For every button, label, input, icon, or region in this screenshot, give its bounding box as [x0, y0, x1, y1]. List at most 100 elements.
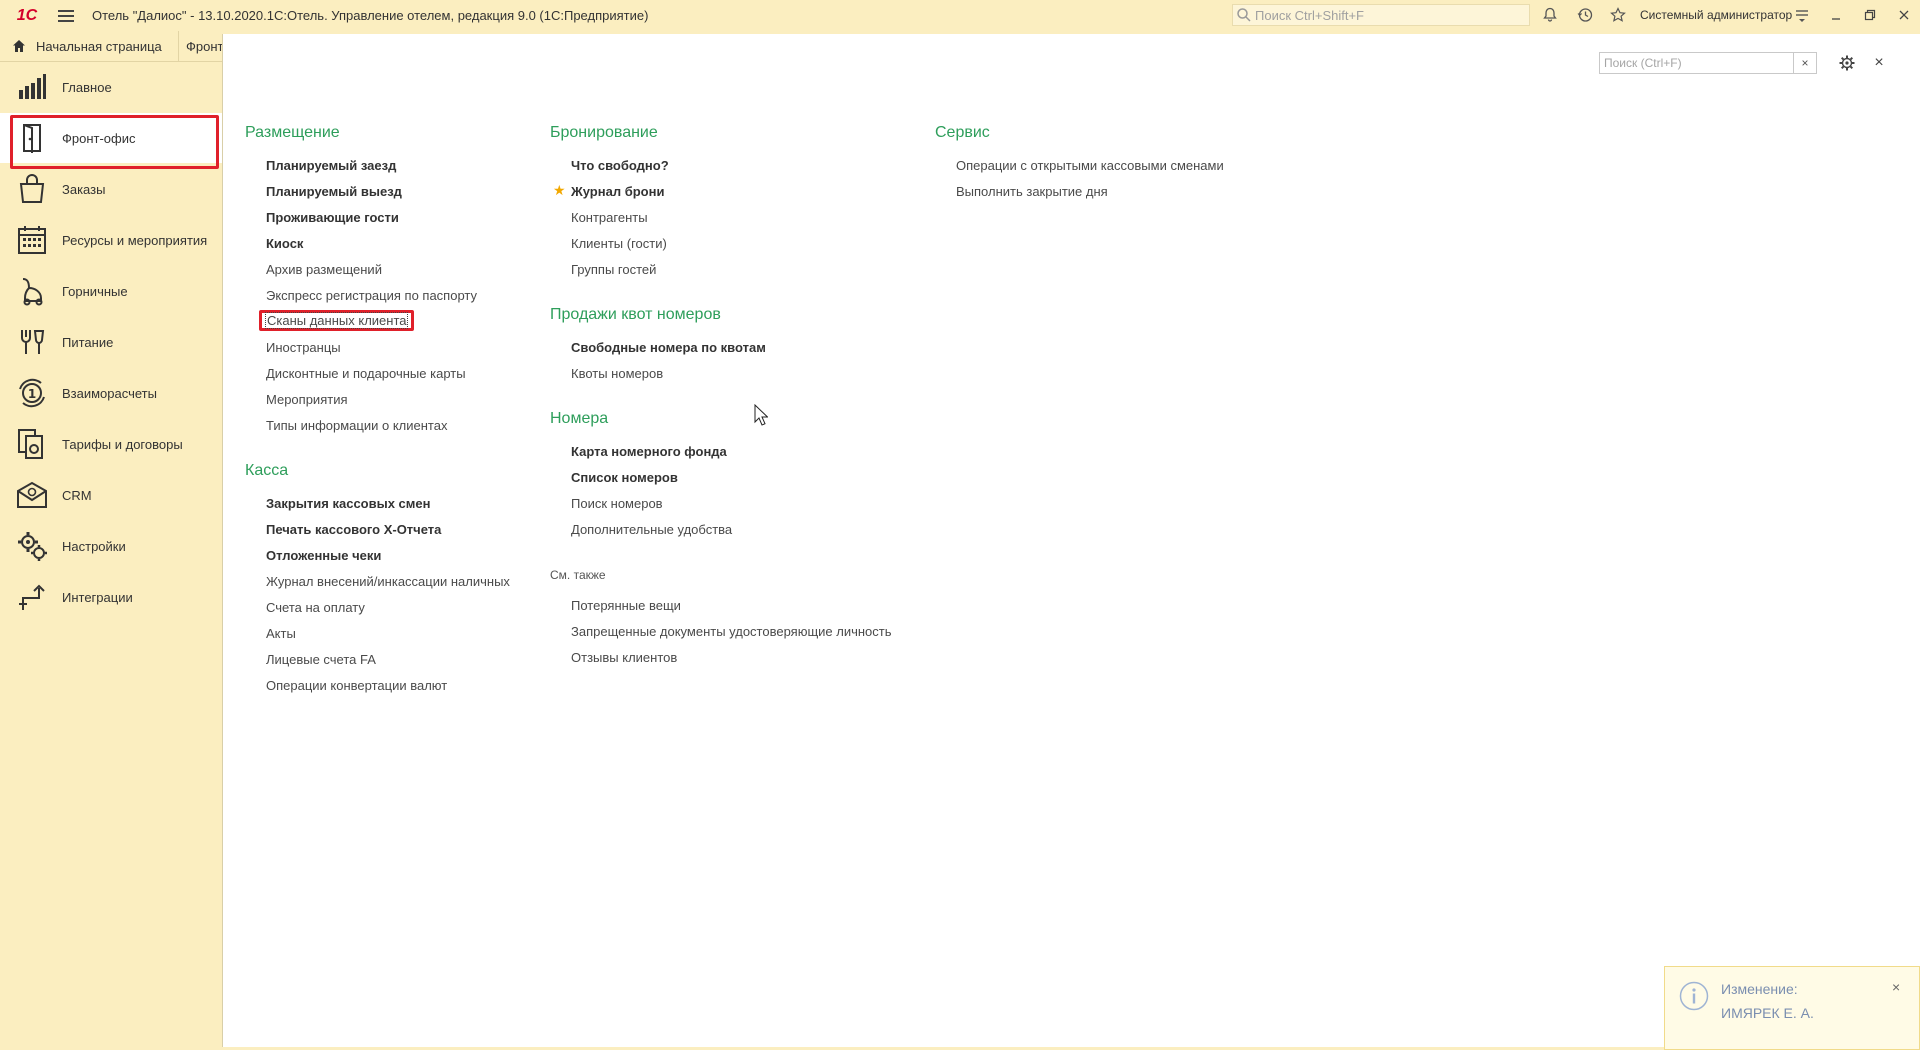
link-events[interactable]: Мероприятия: [266, 392, 348, 407]
group-title-booking: Бронирование: [550, 124, 658, 141]
link-invoices[interactable]: Счета на оплату: [266, 600, 365, 615]
group-title-placement: Размещение: [245, 124, 340, 141]
notifications-bell-icon[interactable]: [1540, 5, 1560, 25]
link-placement-archive[interactable]: Архив размещений: [266, 262, 382, 277]
link-room-search[interactable]: Поиск номеров: [571, 496, 663, 511]
sections-sidebar: Главное Фронт-офис Заказы Ресурсы и меро…: [0, 62, 222, 1050]
sidebar-item-resources[interactable]: Ресурсы и мероприятия: [0, 215, 222, 265]
sidebar-item-label: Горничные: [62, 283, 128, 299]
link-counterparties[interactable]: Контрагенты: [571, 210, 648, 225]
sidebar-item-settings[interactable]: Настройки: [0, 521, 222, 571]
1c-logo[interactable]: 1С: [8, 0, 46, 31]
link-lost-items[interactable]: Потерянные вещи: [571, 598, 681, 613]
sidebar-item-settlements[interactable]: 1 Взаиморасчеты: [0, 368, 222, 418]
link-cash-shift-closings[interactable]: Закрытия кассовых смен: [266, 496, 430, 511]
documents-icon: [15, 427, 49, 461]
tab-home-label: Начальная страница: [36, 38, 162, 54]
history-clock-icon[interactable]: [1575, 5, 1595, 25]
link-booking-journal[interactable]: Журнал брони: [571, 184, 664, 199]
link-free-rooms-by-quotas[interactable]: Свободные номера по квотам: [571, 340, 766, 355]
group-title-see-also: См. также: [550, 568, 606, 582]
sidebar-item-orders[interactable]: Заказы: [0, 164, 222, 214]
section-panel: × × Размещение Планируемый заезд Планиру…: [222, 34, 1920, 1047]
calendar-icon: [15, 223, 49, 257]
favorite-star-icon[interactable]: ★: [553, 182, 566, 199]
link-guest-groups[interactable]: Группы гостей: [571, 262, 656, 277]
close-window-icon[interactable]: [1894, 5, 1914, 25]
integration-arrows-icon: [15, 580, 49, 614]
link-cash-journal[interactable]: Журнал внесений/инкассации наличных: [266, 574, 510, 589]
tab-home[interactable]: Начальная страница: [0, 31, 179, 61]
sidebar-item-label: Фронт-офис: [62, 130, 136, 146]
bar-chart-icon: [15, 70, 49, 104]
link-deferred-receipts[interactable]: Отложенные чеки: [266, 548, 381, 563]
sidebar-item-label: Тарифы и договоры: [62, 436, 183, 452]
sidebar-item-label: Ресурсы и мероприятия: [62, 232, 208, 248]
link-planned-arrival[interactable]: Планируемый заезд: [266, 158, 396, 173]
link-clients-guests[interactable]: Клиенты (гости): [571, 236, 667, 251]
coin-cycle-icon: 1: [15, 376, 49, 410]
settings-lines-icon[interactable]: [1792, 5, 1812, 25]
panel-search-input[interactable]: [1600, 53, 1796, 73]
sidebar-item-tariffs[interactable]: Тарифы и договоры: [0, 419, 222, 469]
link-room-quotas[interactable]: Квоты номеров: [571, 366, 663, 381]
minimize-icon[interactable]: [1826, 5, 1846, 25]
group-title-service: Сервис: [935, 124, 990, 141]
link-print-x-report[interactable]: Печать кассового X-Отчета: [266, 522, 441, 537]
sidebar-item-label: Питание: [62, 334, 114, 350]
restore-icon[interactable]: [1860, 5, 1880, 25]
group-title-cash: Касса: [245, 462, 289, 479]
global-search-input[interactable]: Поиск Ctrl+Shift+F: [1232, 4, 1530, 26]
sidebar-item-main[interactable]: Главное: [0, 62, 222, 112]
link-folio-accounts[interactable]: Лицевые счета FA: [266, 652, 376, 667]
search-icon: [1237, 8, 1251, 22]
info-icon: [1679, 981, 1709, 1011]
settings-gears-icon: [15, 529, 49, 563]
link-client-scans[interactable]: Сканы данных клиента: [259, 310, 415, 331]
sidebar-item-label: Главное: [62, 79, 112, 95]
link-room-fund-map[interactable]: Карта номерного фонда: [571, 444, 727, 459]
link-what-is-free[interactable]: Что свободно?: [571, 158, 669, 173]
notification-text[interactable]: ИМЯРЕК Е. А.: [1721, 1005, 1814, 1021]
sidebar-item-label: Интеграции: [62, 589, 133, 605]
sidebar-item-food[interactable]: Питание: [0, 317, 222, 367]
current-user[interactable]: Системный администратор: [1640, 8, 1792, 22]
panel-search-clear-button[interactable]: ×: [1793, 53, 1816, 73]
sidebar-item-label: CRM: [62, 487, 92, 503]
shopping-bag-icon: [15, 172, 49, 206]
link-kiosk[interactable]: Киоск: [266, 236, 303, 251]
sidebar-item-integrations[interactable]: Интеграции: [0, 572, 222, 622]
favorites-star-icon[interactable]: [1608, 5, 1628, 25]
link-client-reviews[interactable]: Отзывы клиентов: [571, 650, 677, 665]
link-foreigners[interactable]: Иностранцы: [266, 340, 341, 355]
panel-search: ×: [1599, 52, 1817, 74]
link-extra-amenities[interactable]: Дополнительные удобства: [571, 522, 732, 537]
notification-title: Изменение:: [1721, 981, 1798, 997]
link-forbidden-id-documents[interactable]: Запрещенные документы удостоверяющие лич…: [571, 624, 892, 639]
link-open-cash-shifts-ops[interactable]: Операции с открытыми кассовыми сменами: [956, 158, 1224, 173]
window-title: Отель "Далиос" - 13.10.2020.1С:Отель. Уп…: [92, 8, 649, 23]
sidebar-item-label: Заказы: [62, 181, 106, 197]
link-living-guests[interactable]: Проживающие гости: [266, 210, 399, 225]
link-client-info-types[interactable]: Типы информации о клиентах: [266, 418, 447, 433]
link-room-list[interactable]: Список номеров: [571, 470, 678, 485]
home-icon: [13, 40, 25, 52]
link-express-registration[interactable]: Экспресс регистрация по паспорту: [266, 288, 477, 303]
link-planned-departure[interactable]: Планируемый выезд: [266, 184, 402, 199]
link-acts[interactable]: Акты: [266, 626, 296, 641]
link-currency-conversion[interactable]: Операции конвертации валют: [266, 678, 447, 693]
link-close-day[interactable]: Выполнить закрытие дня: [956, 184, 1108, 199]
mouse-cursor-icon: [754, 404, 768, 426]
sidebar-item-front-office[interactable]: Фронт-офис: [0, 113, 222, 169]
panel-close-button[interactable]: ×: [1869, 53, 1889, 73]
link-discount-cards[interactable]: Дисконтные и подарочные карты: [266, 366, 466, 381]
notification-close-button[interactable]: ×: [1892, 979, 1908, 995]
gear-icon[interactable]: [1837, 53, 1857, 73]
global-search-placeholder: Поиск Ctrl+Shift+F: [1255, 7, 1364, 23]
sidebar-item-maids[interactable]: Горничные: [0, 266, 222, 316]
sidebar-item-crm[interactable]: CRM: [0, 470, 222, 520]
door-icon: [15, 121, 49, 155]
food-icon: [15, 325, 49, 359]
crm-mail-icon: [15, 478, 49, 512]
main-menu-button[interactable]: [58, 0, 78, 31]
